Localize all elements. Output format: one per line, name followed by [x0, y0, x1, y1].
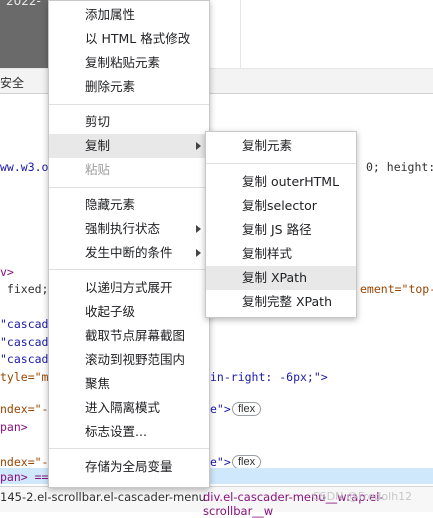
menu-item-force-state[interactable]: 强制执行状态: [49, 217, 209, 241]
menu-item-store-as-global[interactable]: 存储为全局变量: [49, 455, 209, 479]
code-fragment: pan> ==: [0, 470, 49, 484]
menu-separator: [49, 104, 209, 105]
code-fragment: v>: [0, 265, 14, 279]
submenu-arrow-icon: [196, 249, 201, 257]
menu-item-capture-node-screenshot[interactable]: 截取节点屏幕截图: [49, 324, 209, 348]
menu-item-paste: 粘贴: [85, 162, 111, 177]
flex-badge[interactable]: flex: [232, 455, 262, 469]
code-fragment: fixed;: [0, 282, 49, 296]
context-menu: 添加属性 以 HTML 格式修改 复制粘贴元素 删除元素 剪切 复制 粘贴 隐藏…: [48, 0, 210, 488]
menu-item-expand-recursively[interactable]: 以递归方式展开: [49, 276, 209, 300]
submenu-item-copy-selector[interactable]: 复制selector: [206, 194, 356, 218]
submenu-item-copy-full-xpath[interactable]: 复制完整 XPath: [206, 290, 356, 314]
code-fragment: e">: [210, 455, 231, 469]
menu-item-enter-isolation-mode[interactable]: 进入隔离模式: [49, 396, 209, 420]
menu-item-copy[interactable]: 复制: [49, 134, 209, 158]
submenu-item-copy-xpath[interactable]: 复制 XPath: [206, 266, 356, 290]
menu-separator: [49, 269, 209, 270]
code-fragment: e">: [210, 402, 231, 416]
submenu-arrow-icon: [196, 142, 201, 150]
menu-separator: [49, 448, 209, 449]
code-fragment: pan>: [0, 420, 28, 434]
copy-submenu: 复制元素 复制 outerHTML 复制selector 复制 JS 路径 复制…: [205, 131, 357, 318]
watermark-text: CSDN @Fredolh12: [312, 490, 413, 503]
thumbnail-date-text: 2022-: [6, 0, 41, 8]
code-fragment: in-right: -6px;">: [210, 370, 328, 384]
menu-item-cut[interactable]: 剪切: [49, 110, 209, 134]
code-fragment: "cascad: [0, 352, 49, 366]
menu-item-edit-as-html[interactable]: 以 HTML 格式修改: [49, 27, 209, 51]
menu-item-copy-paste-element[interactable]: 复制粘贴元素: [49, 51, 209, 75]
flex-badge[interactable]: flex: [232, 402, 262, 416]
menu-separator: [49, 187, 209, 188]
code-fragment: ement="top-: [360, 282, 433, 296]
submenu-item-copy-styles[interactable]: 复制样式: [206, 242, 356, 266]
menu-item-focus[interactable]: 聚焦: [49, 372, 209, 396]
menu-item-collapse-children[interactable]: 收起子级: [49, 300, 209, 324]
code-fragment: "cascad: [0, 335, 49, 349]
breadcrumb-item[interactable]: 145-2.el-scrollbar.el-cascader-menu: [0, 490, 206, 504]
menu-item-hide-element[interactable]: 隐藏元素: [49, 193, 209, 217]
table-divider: [240, 0, 241, 68]
menu-item-delete-element[interactable]: 删除元素: [49, 75, 209, 99]
menu-item-break-on[interactable]: 发生中断的条件: [49, 241, 209, 265]
submenu-item-copy-element[interactable]: 复制元素: [206, 134, 356, 158]
code-fragment: 0; height:: [366, 160, 433, 174]
code-fragment: tyle="m: [0, 370, 49, 384]
menu-item-scroll-into-view[interactable]: 滚动到视野范围内: [49, 348, 209, 372]
submenu-item-copy-outer-html[interactable]: 复制 outerHTML: [206, 170, 356, 194]
code-fragment: "cascad: [0, 317, 49, 331]
tab-security[interactable]: 安全: [0, 74, 24, 91]
submenu-item-copy-js-path[interactable]: 复制 JS 路径: [206, 218, 356, 242]
menu-item-badge-settings[interactable]: 标志设置...: [49, 420, 209, 444]
menu-item-add-attribute[interactable]: 添加属性: [49, 3, 209, 27]
submenu-arrow-icon: [196, 225, 201, 233]
menu-separator: [206, 163, 356, 164]
